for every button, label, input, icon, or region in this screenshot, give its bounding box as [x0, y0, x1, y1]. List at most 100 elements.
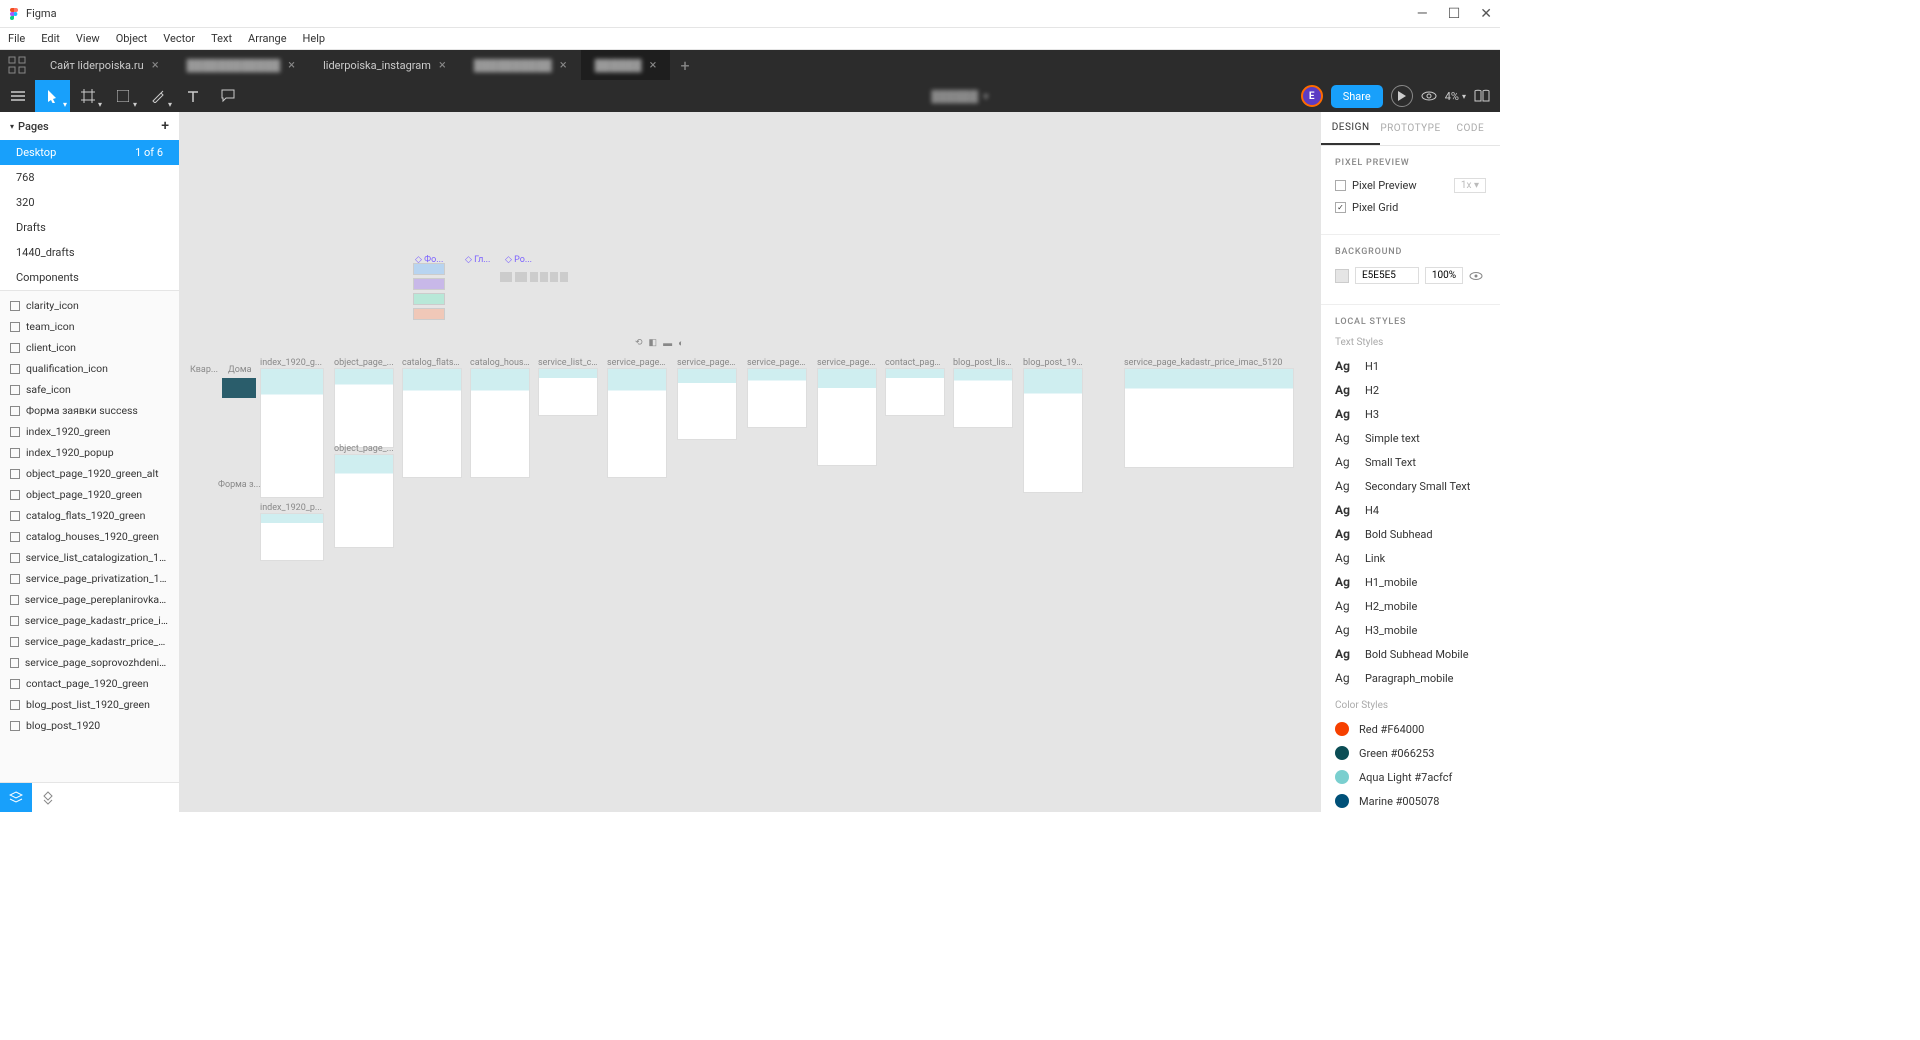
layer-item[interactable]: service_page_pereplanirovka_1920...	[0, 589, 179, 610]
text-style-item[interactable]: AgSimple text	[1335, 426, 1486, 450]
selection-toolbar[interactable]: ⟲◧▬◐	[635, 338, 684, 349]
home-icon[interactable]	[8, 56, 26, 74]
page-item[interactable]: Drafts	[0, 215, 179, 240]
text-style-item[interactable]: AgH3_mobile	[1335, 618, 1486, 642]
layers-tab-button[interactable]	[0, 783, 32, 812]
layer-item[interactable]: service_list_catalogization_1920	[0, 547, 179, 568]
tab-code[interactable]: CODE	[1441, 112, 1500, 145]
layer-item[interactable]: index_1920_green	[0, 421, 179, 442]
text-style-item[interactable]: AgH3	[1335, 402, 1486, 426]
layer-item[interactable]: clarity_icon	[0, 295, 179, 316]
maximize-icon[interactable]: ☐	[1448, 6, 1461, 22]
close-tab-icon[interactable]: ×	[560, 58, 567, 73]
canvas-frame[interactable]: blog_post_list_...	[953, 358, 1013, 428]
canvas-frame[interactable]: catalog_hous...	[470, 358, 530, 478]
tab-design[interactable]: DESIGN	[1321, 112, 1380, 145]
frame-label[interactable]: Квар...	[190, 365, 218, 375]
move-tool[interactable]: ▾	[35, 80, 70, 112]
layer-item[interactable]: service_page_kadastr_price_imac_...	[0, 610, 179, 631]
assets-tab-button[interactable]	[32, 783, 64, 812]
user-avatar[interactable]: E	[1301, 85, 1323, 107]
file-tab[interactable]: ██████████×	[460, 50, 581, 80]
layer-item[interactable]: safe_icon	[0, 379, 179, 400]
close-icon[interactable]: ✕	[1480, 6, 1492, 22]
pen-tool[interactable]: ▾	[140, 80, 175, 112]
text-style-item[interactable]: AgH2_mobile	[1335, 594, 1486, 618]
layer-item[interactable]: blog_post_1920	[0, 715, 179, 736]
share-button[interactable]: Share	[1331, 85, 1383, 108]
layer-item[interactable]: catalog_houses_1920_green	[0, 526, 179, 547]
view-options-icon[interactable]	[1421, 90, 1437, 102]
text-style-item[interactable]: AgLink	[1335, 546, 1486, 570]
frame-label[interactable]: Форма з...	[218, 480, 261, 490]
text-style-item[interactable]: AgH1	[1335, 354, 1486, 378]
main-menu-button[interactable]	[0, 80, 35, 112]
menu-edit[interactable]: Edit	[41, 32, 60, 45]
file-tab[interactable]: Сайт liderpoiska.ru×	[36, 50, 173, 80]
canvas-frame[interactable]: service_page_...	[607, 358, 667, 478]
menu-vector[interactable]: Vector	[163, 32, 195, 45]
canvas-frame[interactable]: contact_page_...	[885, 358, 945, 416]
pixel-preview-checkbox[interactable]	[1335, 180, 1346, 191]
zoom-dropdown[interactable]: 4%▾	[1445, 90, 1466, 103]
layer-item[interactable]: Форма заявки success	[0, 400, 179, 421]
visibility-icon[interactable]	[1469, 271, 1483, 281]
canvas-frame[interactable]: object_page_...	[334, 358, 394, 448]
menu-object[interactable]: Object	[116, 32, 148, 45]
canvas-frame[interactable]: service_list_c...	[538, 358, 598, 416]
page-item[interactable]: Components	[0, 265, 179, 290]
pixel-preview-scale[interactable]: 1x ▾	[1454, 178, 1486, 193]
layer-item[interactable]: team_icon	[0, 316, 179, 337]
text-style-item[interactable]: AgSmall Text	[1335, 450, 1486, 474]
minimize-icon[interactable]: —	[1417, 6, 1428, 22]
layer-item[interactable]: contact_page_1920_green	[0, 673, 179, 694]
color-style-item[interactable]: Aqua Light #7acfcf	[1335, 765, 1486, 789]
canvas-frame[interactable]: blog_post_19...	[1023, 358, 1083, 493]
pages-header[interactable]: ▾ Pages +	[0, 112, 179, 140]
canvas-frame[interactable]: service_page_kadastr_price_imac_5120	[1124, 358, 1294, 468]
color-style-item[interactable]: Marine #005078	[1335, 789, 1486, 812]
layer-item[interactable]: catalog_flats_1920_green	[0, 505, 179, 526]
menu-help[interactable]: Help	[303, 32, 326, 45]
layer-item[interactable]: service_page_kadastr_price_1920_...	[0, 631, 179, 652]
close-tab-icon[interactable]: ×	[152, 58, 159, 73]
canvas-frame[interactable]: service_page_...	[747, 358, 807, 428]
layer-item[interactable]: blog_post_list_1920_green	[0, 694, 179, 715]
color-style-item[interactable]: Red #F64000	[1335, 717, 1486, 741]
layer-item[interactable]: client_icon	[0, 337, 179, 358]
menu-view[interactable]: View	[76, 32, 100, 45]
menu-text[interactable]: Text	[211, 32, 232, 45]
comment-tool[interactable]	[210, 80, 245, 112]
layer-item[interactable]: service_page_soprovozhdenie_1920	[0, 652, 179, 673]
component-label[interactable]: ◇ Гл...	[465, 255, 490, 265]
background-hex-input[interactable]	[1355, 267, 1419, 284]
text-style-item[interactable]: AgSecondary Small Text	[1335, 474, 1486, 498]
canvas-frame[interactable]: object_page_...	[334, 444, 394, 548]
shape-tool[interactable]: ▾	[105, 80, 140, 112]
canvas[interactable]: ◇ Фо...◇ Гл...◇ Ро...Квар...ДомаФорма з.…	[180, 112, 1320, 812]
text-tool[interactable]	[175, 80, 210, 112]
layer-item[interactable]: object_page_1920_green_alt	[0, 463, 179, 484]
text-style-item[interactable]: AgH2	[1335, 378, 1486, 402]
background-swatch[interactable]	[1335, 269, 1349, 283]
layer-item[interactable]: service_page_privatization_1920	[0, 568, 179, 589]
close-tab-icon[interactable]: ×	[650, 58, 657, 73]
library-icon[interactable]	[1474, 89, 1490, 103]
text-style-item[interactable]: AgH1_mobile	[1335, 570, 1486, 594]
add-page-button[interactable]: +	[161, 118, 169, 134]
page-item[interactable]: 1440_drafts	[0, 240, 179, 265]
menu-arrange[interactable]: Arrange	[248, 32, 286, 45]
layer-item[interactable]: qualification_icon	[0, 358, 179, 379]
text-style-item[interactable]: AgBold Subhead	[1335, 522, 1486, 546]
canvas-frame[interactable]: service_page_...	[677, 358, 737, 440]
text-style-item[interactable]: AgBold Subhead Mobile	[1335, 642, 1486, 666]
canvas-frame[interactable]: index_1920_p...	[260, 503, 324, 561]
color-style-item[interactable]: Green #066253	[1335, 741, 1486, 765]
close-tab-icon[interactable]: ×	[288, 58, 295, 73]
canvas-frame[interactable]: catalog_flats_...	[402, 358, 462, 478]
file-tab[interactable]: ██████×	[581, 50, 671, 80]
text-style-item[interactable]: AgH4	[1335, 498, 1486, 522]
file-name[interactable]: ██████▾	[931, 90, 988, 103]
frame-tool[interactable]: ▾	[70, 80, 105, 112]
layer-item[interactable]: index_1920_popup	[0, 442, 179, 463]
